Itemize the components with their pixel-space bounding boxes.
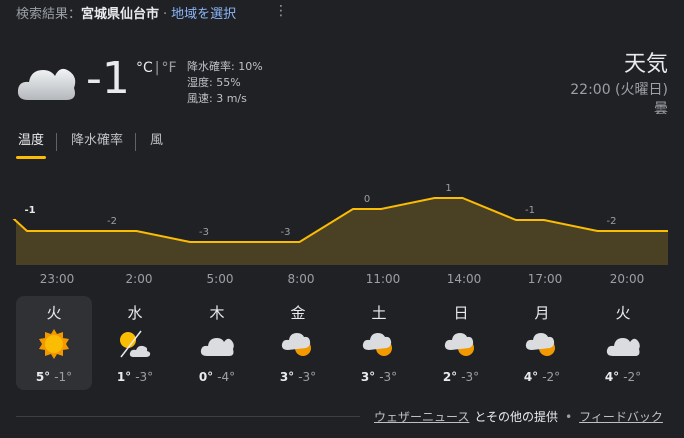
day-temps: 3° -3° [260, 370, 336, 384]
sunny-icon [39, 329, 69, 359]
day-card[interactable]: 火 5° -1° [16, 296, 92, 390]
more-vert-icon[interactable]: ⋮ [274, 3, 288, 19]
temperature-data-label: -3 [281, 227, 291, 238]
day-card[interactable]: 金 3° -3° [260, 296, 336, 390]
day-card[interactable]: 火 4° -2° [585, 296, 661, 390]
partly-cloudy-icon [444, 333, 474, 356]
high-temp: 3° [360, 370, 376, 384]
fahrenheit-button[interactable]: °F [162, 60, 177, 76]
low-temp: -3° [379, 370, 398, 384]
day-name: 火 [46, 304, 62, 322]
day-temps: 0° -4° [179, 370, 255, 384]
time-label: 5:00 [206, 272, 234, 286]
day-card[interactable]: 木 0° -4° [179, 296, 255, 390]
temperature-data-label: 0 [364, 194, 370, 205]
source-suffix: とその他の提供 [474, 410, 559, 424]
day-card[interactable]: 水 1° -3° [97, 296, 173, 390]
humidity-text: 湿度: 55% [187, 76, 241, 89]
weather-details: 降水確率: 10% 湿度: 55% 風速: 3 m/s [187, 59, 263, 107]
high-temp: 5° [35, 370, 51, 384]
temperature-data-label: -3 [199, 227, 209, 238]
day-name: 火 [615, 304, 631, 322]
time-label: 2:00 [125, 272, 153, 286]
day-name: 月 [534, 304, 550, 322]
temperature-data-label: 1 [445, 183, 451, 194]
partly-cloudy-icon [525, 333, 555, 356]
unit-separator: | [154, 60, 160, 76]
day-name: 水 [127, 304, 143, 322]
low-temp: -2° [542, 370, 561, 384]
sun-cloud-split-icon [120, 330, 151, 358]
unit-toggle: °C | °F [136, 60, 177, 76]
time-label: 11:00 [365, 272, 401, 286]
low-temp: -3° [135, 370, 154, 384]
day-card[interactable]: 日 2° -3° [423, 296, 499, 390]
time-label: 8:00 [287, 272, 315, 286]
low-temp: -2° [623, 370, 642, 384]
day-temps: 2° -3° [423, 370, 499, 384]
high-temp: 1° [116, 370, 132, 384]
current-condition: 曇 [654, 101, 668, 117]
separator-dot: · [163, 7, 168, 22]
change-location-link[interactable]: 地域を選択 [171, 7, 236, 22]
tab-temperature[interactable]: 温度 [16, 131, 47, 159]
temperature-data-label: -2 [107, 216, 117, 227]
low-temp: -3° [298, 370, 317, 384]
day-temps: 5° -1° [16, 370, 92, 384]
weather-header: 天気 22:00 (火曜日) 曇 [570, 52, 668, 118]
tab-precipitation[interactable]: 降水確率 [69, 131, 125, 159]
weather-source-link[interactable]: ウェザーニュース [374, 410, 469, 424]
high-temp: 0° [198, 370, 214, 384]
search-prefix: 検索結果： [16, 7, 82, 22]
celsius-button[interactable]: °C [136, 60, 153, 76]
day-card[interactable]: 土 3° -3° [341, 296, 417, 390]
tab-wind[interactable]: 風 [148, 131, 165, 159]
cloudy-icon [17, 68, 76, 100]
temperature-data-label: -1 [525, 205, 535, 216]
time-label: 17:00 [527, 272, 563, 286]
day-name: 金 [290, 304, 306, 322]
day-name: 日 [453, 304, 469, 322]
partly-cloudy-icon [362, 333, 392, 356]
low-temp: -3° [461, 370, 480, 384]
high-temp: 4° [523, 370, 539, 384]
high-temp: 2° [442, 370, 458, 384]
temperature-data-label: -2 [607, 216, 617, 227]
day-name: 土 [371, 304, 387, 322]
time-label: 14:00 [446, 272, 482, 286]
search-location-bar: 検索結果：宮城県仙台市 · 地域を選択 [16, 3, 236, 22]
daily-forecast: 火 5° -1° 水 1° -3° 木 0° -4° 金 3° -3° 土 3°… [16, 296, 668, 390]
tab-divider [56, 133, 58, 151]
tab-divider [135, 133, 137, 151]
day-temps: 4° -2° [585, 370, 661, 384]
feedback-link[interactable]: フィードバック [579, 410, 663, 424]
precipitation-text: 降水確率: 10% [187, 60, 263, 73]
temperature-data-label: -1 [24, 205, 35, 216]
cloudy-icon [606, 338, 640, 356]
footer-divider [16, 416, 360, 417]
time-label: 20:00 [609, 272, 645, 286]
high-temp: 3° [279, 370, 295, 384]
day-temps: 4° -2° [504, 370, 580, 384]
time-label: 23:00 [39, 272, 75, 286]
footer-dot: • [565, 410, 573, 424]
weather-title: 天気 [623, 52, 668, 77]
footer: ウェザーニュース とその他の提供 • フィードバック [374, 408, 663, 425]
current-temperature: -1 [86, 53, 130, 104]
temperature-chart: -1 -2 -3 -3 0 1 -1 -2 [12, 183, 668, 265]
time-axis: 23:00 2:00 5:00 8:00 11:00 14:00 17:00 2… [16, 272, 668, 288]
partly-cloudy-icon [281, 333, 311, 356]
high-temp: 4° [604, 370, 620, 384]
day-card[interactable]: 月 4° -2° [504, 296, 580, 390]
day-temps: 1° -3° [97, 370, 173, 384]
location-name: 宮城県仙台市 [81, 7, 160, 22]
day-name: 木 [209, 304, 225, 322]
current-time: 22:00 (火曜日) [570, 82, 668, 98]
cloudy-icon [200, 338, 234, 356]
wind-text: 風速: 3 m/s [187, 92, 247, 105]
day-temps: 3° -3° [341, 370, 417, 384]
low-temp: -4° [217, 370, 236, 384]
low-temp: -1° [54, 370, 73, 384]
forecast-tabs: 温度 降水確率 風 [16, 131, 179, 159]
